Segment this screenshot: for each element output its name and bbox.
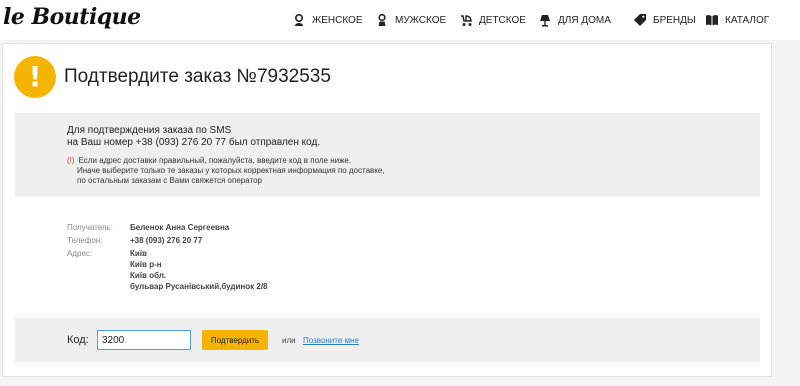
address-line: Київ: [130, 249, 147, 258]
note-line-2: Иначе выберите только те заказы у которы…: [77, 166, 385, 175]
warning-mark: (!): [67, 156, 75, 165]
site-logo[interactable]: le Boutique: [3, 4, 141, 30]
woman-icon: [294, 13, 304, 26]
code-label: Код:: [67, 334, 89, 346]
call-me-link[interactable]: Позвоните мне: [303, 336, 359, 345]
stroller-icon: [461, 15, 472, 26]
nav-item-home[interactable]: ДЛЯ ДОМА: [538, 0, 611, 40]
address-line: Київ р-н: [130, 260, 162, 269]
nav-item-men[interactable]: МУЖСКОЕ: [375, 0, 446, 40]
nav-item-women[interactable]: ЖЕНСКОЕ: [292, 0, 363, 40]
note-line-1: Если адрес доставки правильный, пожалуйс…: [78, 156, 352, 165]
address-label: Адрес:: [67, 249, 93, 258]
nav-item-label: КАТАЛОГ: [725, 14, 770, 26]
tag-icon: [634, 14, 646, 26]
phone-value: +38 (093) 276 20 77: [130, 236, 203, 245]
code-input[interactable]: [97, 330, 191, 350]
address-line: бульвар Русанівський,будинок 2/8: [130, 282, 268, 291]
note-line-3: по остальным заказам с Вами свяжется опе…: [77, 176, 262, 185]
or-text: или: [282, 336, 296, 345]
page-title: Подтвердите заказ №7932535: [64, 66, 331, 87]
phone-label: Телефон:: [67, 236, 103, 245]
nav-item-label: ДЕТСКОЕ: [479, 14, 526, 26]
exclamation-icon: !: [14, 56, 56, 98]
delivery-note: (!) Если адрес доставки правильный, пожал…: [67, 156, 385, 186]
sms-info-line-1: Для подтверждения заказа по SMS: [67, 125, 232, 136]
nav-item-label: ДЛЯ ДОМА: [558, 14, 611, 26]
confirm-button[interactable]: Подтвердить: [202, 330, 268, 350]
sms-info-line-2: на Ваш номер +38 (093) 276 20 77 был отп…: [67, 137, 321, 148]
address-line: Київ обл.: [130, 271, 167, 280]
recipient-label: Получатель:: [67, 223, 113, 232]
book-icon: [706, 15, 718, 26]
top-navigation-bar: le Boutique ЖЕНСКОЕ МУЖСКОЕ ДЕТСКОЕ ДЛЯ …: [0, 0, 800, 40]
nav-item-kids[interactable]: ДЕТСКОЕ: [459, 0, 526, 40]
nav-item-brands[interactable]: БРЕНДЫ: [633, 0, 696, 40]
lamp-icon: [540, 15, 550, 27]
man-icon: [378, 13, 386, 26]
nav-item-label: ЖЕНСКОЕ: [312, 14, 363, 26]
nav-item-catalog[interactable]: КАТАЛОГ: [705, 0, 769, 40]
recipient-value: Беленок Анна Сергеевна: [130, 223, 230, 232]
nav-item-label: МУЖСКОЕ: [395, 14, 447, 26]
nav-item-label: БРЕНДЫ: [653, 14, 696, 26]
